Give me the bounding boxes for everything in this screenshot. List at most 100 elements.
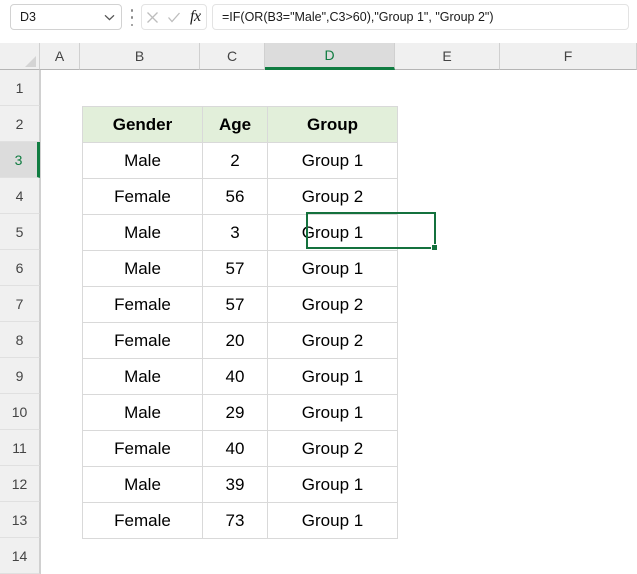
row-header-11[interactable]: 11: [0, 430, 40, 466]
column-header-label: B: [134, 48, 145, 64]
row-header-1[interactable]: 1: [0, 70, 40, 106]
row-header-label: 11: [12, 439, 27, 456]
cell-group[interactable]: Group 1: [267, 466, 398, 503]
cell-age[interactable]: 29: [202, 394, 268, 431]
fx-icon[interactable]: fx: [185, 6, 205, 28]
toolbar-separator: [129, 9, 135, 26]
cell-gender[interactable]: Female: [82, 502, 203, 539]
row-header-label: 13: [11, 511, 28, 528]
column-header-label: E: [442, 48, 452, 64]
row-header-label: 7: [15, 295, 24, 312]
row-header-label: 9: [15, 367, 24, 384]
row-header-7[interactable]: 7: [0, 286, 40, 322]
column-header-group[interactable]: Group: [267, 106, 398, 143]
cell-age[interactable]: 57: [202, 286, 268, 323]
table-row: Female 20 Group 2: [82, 322, 398, 359]
cell-group[interactable]: Group 1: [267, 394, 398, 431]
column-header-c[interactable]: C: [200, 43, 265, 70]
chevron-down-icon[interactable]: [97, 5, 121, 29]
fx-label: fx: [190, 8, 201, 25]
column-header-b[interactable]: B: [80, 43, 200, 70]
fill-handle[interactable]: [431, 244, 438, 251]
table-row: Male 39 Group 1: [82, 466, 398, 503]
cell-group[interactable]: Group 1: [267, 358, 398, 395]
column-header-a[interactable]: A: [40, 43, 80, 70]
row-header-label: 5: [15, 223, 24, 240]
cell-group[interactable]: Group 1: [267, 214, 398, 251]
row-header-label: 12: [11, 475, 28, 492]
row-header-label: 1: [15, 79, 24, 96]
row-header-2[interactable]: 2: [0, 106, 40, 142]
cell-gender[interactable]: Female: [82, 430, 203, 467]
row-header-13[interactable]: 13: [0, 502, 40, 538]
cell-age[interactable]: 39: [202, 466, 268, 503]
check-icon[interactable]: [164, 6, 184, 28]
row-header-label: 4: [15, 187, 24, 204]
row-header-6[interactable]: 6: [0, 250, 40, 286]
cell-gender[interactable]: Male: [82, 394, 203, 431]
cell-gender[interactable]: Female: [82, 178, 203, 215]
close-icon[interactable]: [143, 6, 163, 28]
cell-age[interactable]: 73: [202, 502, 268, 539]
table-body: Male 2 Group 1 Female 56 Group 2 Male 3 Group 1M…: [82, 142, 398, 539]
name-box[interactable]: D3: [10, 4, 122, 30]
cell-age[interactable]: 20: [202, 322, 268, 359]
cell-gender[interactable]: Female: [82, 322, 203, 359]
row-header-label: 2: [15, 115, 24, 132]
cell-gender[interactable]: Male: [82, 466, 203, 503]
row-header-label: 6: [15, 259, 24, 276]
table-row: Female 56 Group 2: [82, 178, 398, 215]
cell-gender[interactable]: Female: [82, 286, 203, 323]
table-row: Male 57 Group 1: [82, 250, 398, 287]
cell-age[interactable]: 56: [202, 178, 268, 215]
table-row: Male 3 Group 1: [82, 214, 398, 251]
column-header-e[interactable]: E: [395, 43, 500, 70]
select-all-triangle-icon: [25, 56, 36, 67]
cell-age[interactable]: 57: [202, 250, 268, 287]
formula-input[interactable]: =IF(OR(B3="Male",C3>60),"Group 1", "Grou…: [212, 4, 629, 30]
column-header-label: D: [324, 47, 335, 63]
cell-group[interactable]: Group 1: [267, 502, 398, 539]
cell-group[interactable]: Group 2: [267, 178, 398, 215]
column-header-bar: A B C D E F: [0, 43, 637, 70]
row-header-4[interactable]: 4: [0, 178, 40, 214]
table-row: Female 40 Group 2: [82, 430, 398, 467]
row-header-14[interactable]: 14: [0, 538, 40, 574]
row-header-12[interactable]: 12: [0, 466, 40, 502]
cell-group[interactable]: Group 2: [267, 286, 398, 323]
cell-age[interactable]: 40: [202, 430, 268, 467]
cell-age[interactable]: 3: [202, 214, 268, 251]
row-header-label: 14: [11, 547, 28, 564]
column-header-label: A: [54, 48, 65, 64]
cell-gender[interactable]: Male: [82, 142, 203, 179]
row-header-5[interactable]: 5: [0, 214, 40, 250]
row-header-9[interactable]: 9: [0, 358, 40, 394]
column-header-f[interactable]: F: [500, 43, 637, 70]
row-header-3[interactable]: 3: [0, 142, 40, 178]
column-header-gender[interactable]: Gender: [82, 106, 203, 143]
column-header-label: F: [563, 48, 573, 64]
name-box-value: D3: [20, 10, 36, 24]
formula-bar: D3 fx =IF(OR(B3="Male",C3>60),"Group 1",…: [0, 0, 637, 34]
cell-group[interactable]: Group 2: [267, 430, 398, 467]
spreadsheet-grid[interactable]: Gender Age Group Male 2 Group 1 Female 56 Gro…: [40, 70, 637, 574]
cell-age[interactable]: 40: [202, 358, 268, 395]
column-header-age[interactable]: Age: [202, 106, 268, 143]
row-header-10[interactable]: 10: [0, 394, 40, 430]
column-header-d[interactable]: D: [265, 43, 395, 70]
cell-gender[interactable]: Male: [82, 250, 203, 287]
cell-group[interactable]: Group 1: [267, 142, 398, 179]
cell-gender[interactable]: Male: [82, 358, 203, 395]
row-header-label: 10: [11, 403, 28, 420]
table-row: Female 57 Group 2: [82, 286, 398, 323]
table-row: Male 29 Group 1: [82, 394, 398, 431]
select-all-button[interactable]: [0, 43, 40, 70]
cell-age[interactable]: 2: [202, 142, 268, 179]
cell-group[interactable]: Group 2: [267, 322, 398, 359]
cell-group[interactable]: Group 1: [267, 250, 398, 287]
row-header-8[interactable]: 8: [0, 322, 40, 358]
cell-gender[interactable]: Male: [82, 214, 203, 251]
row-header-bar: 1 2 3 4 5 6 7 8 9 10 11 12 13 14: [0, 70, 40, 574]
table-row: Male 40 Group 1: [82, 358, 398, 395]
data-table: Gender Age Group Male 2 Group 1 Female 56 Gro…: [82, 106, 398, 539]
